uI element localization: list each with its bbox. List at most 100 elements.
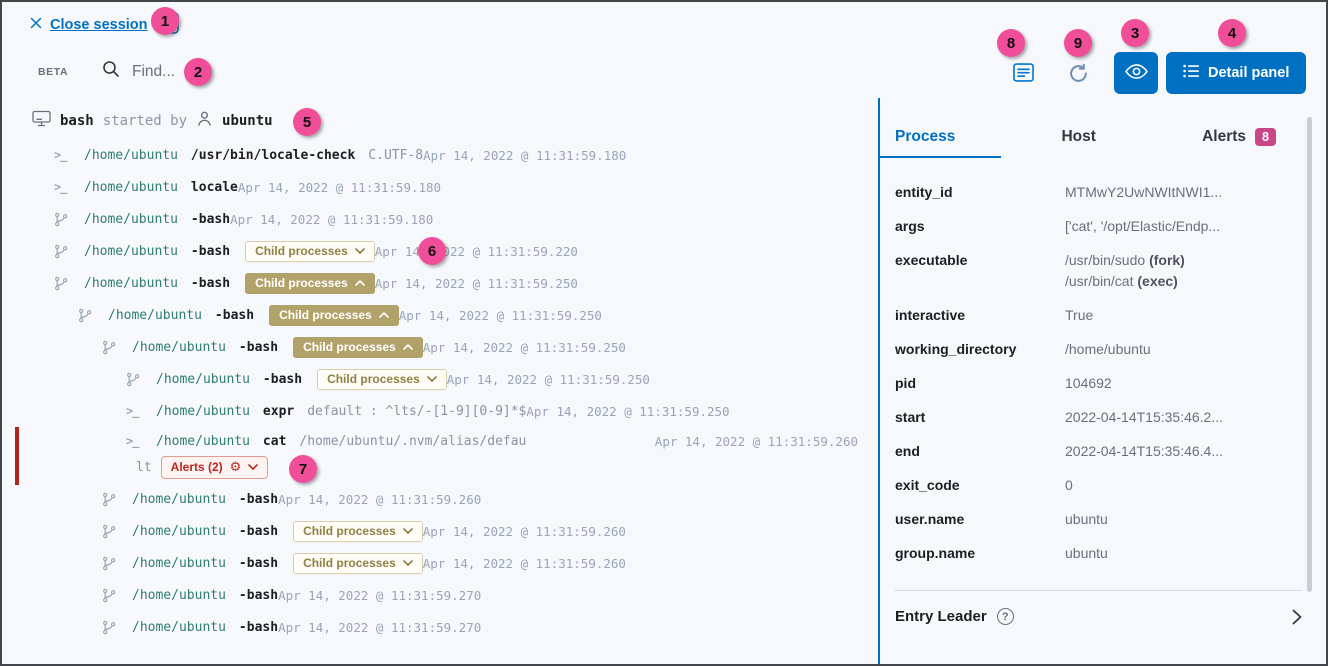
entry-leader-row[interactable]: Entry Leader ? — [895, 608, 1302, 625]
field-value[interactable]: ['cat', '/opt/Elastic/Endp... — [1065, 216, 1220, 237]
close-icon[interactable] — [30, 17, 42, 33]
field-value-line: True — [1065, 305, 1093, 326]
policies-doc-button[interactable] — [1012, 61, 1035, 87]
process-row[interactable]: /home/ubuntu-bashChild processesApr 14, … — [2, 299, 878, 331]
process-working-dir: /home/ubuntu — [132, 588, 226, 603]
entry-leader-label: Entry Leader — [895, 608, 987, 625]
process-working-dir: /home/ubuntu — [156, 434, 250, 449]
child-processes-button[interactable]: Child processes — [293, 337, 423, 358]
process-tree: >_/home/ubuntu/usr/bin/locale-checkC.UTF… — [2, 139, 878, 643]
process-row[interactable]: >_/home/ubuntuexprdefault : ^lts/-[1-9][… — [2, 395, 878, 427]
toggle-visibility-button[interactable] — [1114, 52, 1158, 94]
chevron-down-icon — [355, 248, 365, 254]
close-session-link[interactable]: Close session — [30, 17, 148, 33]
field-value-line: /usr/bin/cat (exec) — [1065, 271, 1185, 292]
child-processes-button[interactable]: Child processes — [245, 241, 375, 262]
session-view-window: Close session BETA — [0, 0, 1328, 666]
field-value-tag: (fork) — [1149, 252, 1185, 268]
fork-icon — [102, 556, 120, 571]
beta-badge: BETA — [38, 66, 68, 78]
tab-label: Alerts — [1202, 128, 1246, 146]
process-row[interactable]: >_/home/ubuntu/usr/bin/locale-checkC.UTF… — [2, 139, 878, 171]
child-processes-button[interactable]: Child processes — [293, 521, 423, 542]
session-connector-text: started by — [103, 113, 187, 129]
process-row[interactable]: /home/ubuntu-bashChild processesApr 14, … — [2, 515, 878, 547]
chevron-down-icon — [403, 560, 413, 566]
tab-label: Host — [1061, 128, 1095, 146]
session-leader-header[interactable]: bash started by ubuntu — [32, 110, 273, 131]
help-question-icon[interactable]: ? — [997, 608, 1014, 625]
process-row[interactable]: /home/ubuntu-bashApr 14, 2022 @ 11:31:59… — [2, 203, 878, 235]
process-command: -bash — [239, 588, 278, 603]
field-value[interactable]: True — [1065, 305, 1093, 326]
field-value-line: 2022-04-14T15:35:46.4... — [1065, 441, 1223, 462]
field-value[interactable]: /usr/bin/sudo (fork)/usr/bin/cat (exec) — [1065, 250, 1185, 292]
find-search — [102, 60, 262, 83]
process-working-dir: /home/ubuntu — [84, 276, 178, 291]
process-timestamp: Apr 14, 2022 @ 11:31:59.260 — [423, 524, 646, 539]
tab-process[interactable]: Process — [895, 128, 955, 146]
child-processes-button[interactable]: Child processes — [269, 305, 399, 326]
callout-1: 1 — [151, 7, 179, 35]
tab-host[interactable]: Host — [1061, 128, 1095, 146]
field-value-line: ubuntu — [1065, 543, 1108, 564]
panel-divider[interactable] — [878, 98, 880, 666]
detail-panel-button[interactable]: Detail panel — [1166, 52, 1306, 94]
fork-icon — [102, 492, 120, 507]
callout-7: 7 — [289, 455, 317, 483]
field-value[interactable]: ubuntu — [1065, 509, 1108, 530]
fork-icon — [54, 276, 72, 291]
tab-alerts[interactable]: Alerts8 — [1202, 128, 1276, 146]
field-value-line: ubuntu — [1065, 509, 1108, 530]
process-timestamp: Apr 14, 2022 @ 11:31:59.260 — [278, 492, 501, 507]
field-label: working_directory — [895, 339, 1065, 360]
field-value[interactable]: ubuntu — [1065, 543, 1108, 564]
process-timestamp: Apr 14, 2022 @ 11:31:59.250 — [526, 404, 749, 419]
process-row[interactable]: >_/home/ubuntucat/home/ubuntu/.nvm/alias… — [2, 427, 878, 483]
chevron-right-icon[interactable] — [1292, 609, 1302, 625]
field-value[interactable]: MTMwY2UwNWItNWI1... — [1065, 182, 1222, 203]
process-row[interactable]: /home/ubuntu-bashChild processesApr 14, … — [2, 267, 878, 299]
field-value[interactable]: 2022-04-14T15:35:46.2... — [1065, 407, 1223, 428]
refresh-button[interactable] — [1068, 63, 1089, 87]
fork-icon — [102, 620, 120, 635]
tab-label: Process — [895, 128, 955, 146]
child-processes-button[interactable]: Child processes — [317, 369, 447, 390]
child-processes-button[interactable]: Child processes — [293, 553, 423, 574]
process-row[interactable]: >_/home/ubuntulocaleApr 14, 2022 @ 11:31… — [2, 171, 878, 203]
refresh-icon — [1068, 72, 1089, 87]
field-value[interactable]: 0 — [1065, 475, 1073, 496]
process-row[interactable]: /home/ubuntu-bashApr 14, 2022 @ 11:31:59… — [2, 579, 878, 611]
process-row[interactable]: /home/ubuntu-bashChild processesApr 14, … — [2, 363, 878, 395]
process-row[interactable]: /home/ubuntu-bashChild processesApr 14, … — [2, 547, 878, 579]
field-value-line: MTMwY2UwNWItNWI1... — [1065, 182, 1222, 203]
fork-icon — [102, 340, 120, 355]
process-field-list: entity_idMTMwY2UwNWItNWI1...args['cat', … — [895, 182, 1295, 577]
terminal-monitor-icon — [32, 110, 51, 131]
process-row[interactable]: /home/ubuntu-bashApr 14, 2022 @ 11:31:59… — [2, 483, 878, 515]
terminal-prompt-icon: >_ — [54, 180, 72, 194]
callout-9: 9 — [1064, 29, 1092, 57]
process-row[interactable]: /home/ubuntu-bashChild processesApr 14, … — [2, 331, 878, 363]
process-row[interactable]: /home/ubuntu-bashApr 14, 2022 @ 11:31:59… — [2, 611, 878, 643]
close-session-label: Close session — [50, 17, 148, 33]
field-value[interactable]: /home/ubuntu — [1065, 339, 1151, 360]
field-value[interactable]: 104692 — [1065, 373, 1112, 394]
field-value[interactable]: 2022-04-14T15:35:46.4... — [1065, 441, 1223, 462]
child-processes-label: Child processes — [255, 276, 348, 290]
process-row-line: >_/home/ubuntucat/home/ubuntu/.nvm/alias… — [126, 427, 878, 455]
child-processes-button[interactable]: Child processes — [245, 273, 375, 294]
process-command: -bash — [191, 244, 230, 259]
field-label: exit_code — [895, 475, 1065, 496]
process-command: -bash — [239, 556, 278, 571]
alert-indicator-bar — [15, 427, 19, 485]
process-args: /home/ubuntu/.nvm/alias/defau — [299, 434, 526, 449]
detail-field-row: entity_idMTMwY2UwNWItNWI1... — [895, 182, 1295, 203]
panel-scrollbar[interactable] — [1307, 117, 1312, 592]
process-row-line: /home/ubuntu-bashApr 14, 2022 @ 11:31:59… — [102, 485, 501, 513]
list-icon — [1183, 64, 1199, 82]
field-label: start — [895, 407, 1065, 428]
alerts-button[interactable]: Alerts (2)⚙ — [161, 456, 269, 479]
detail-field-row: interactiveTrue — [895, 305, 1295, 326]
process-command: -bash — [191, 276, 230, 291]
